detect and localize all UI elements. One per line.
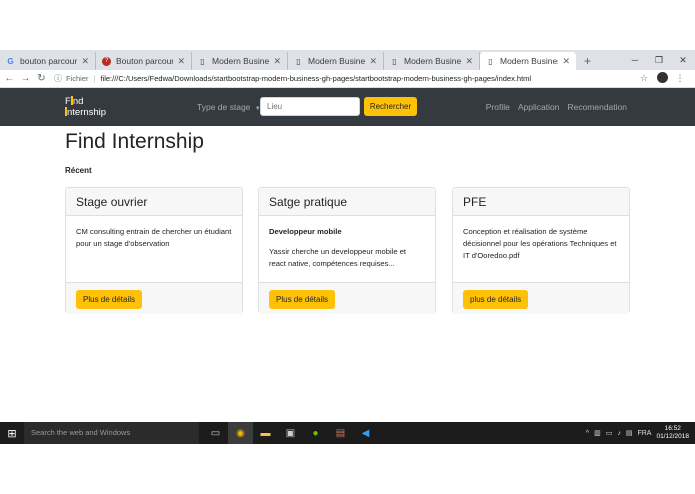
card-title: Stage ouvrier [66,188,242,216]
bookmark-star-icon[interactable]: ☆ [635,73,653,84]
browser-tab[interactable]: ▯ Modern Business ✕ [288,52,384,70]
page-icon: ▯ [392,56,397,66]
network-icon[interactable]: ▥ [594,429,601,437]
nav-link-application[interactable]: Application [518,102,560,112]
chrome-icon[interactable]: ◉ [228,422,253,444]
info-icon[interactable]: ⓘ [54,73,62,84]
screen-top-margin [0,0,695,50]
internship-card: Stage ouvrier CM consulting entrain de c… [65,187,243,314]
close-icon[interactable]: ✕ [81,56,89,67]
internship-card: PFE Conception et réalisation de système… [452,187,630,314]
close-icon[interactable]: ✕ [465,56,473,67]
volume-icon[interactable]: ♪ [617,430,621,437]
nav-link-recommendation[interactable]: Recomendation [567,102,627,112]
menu-kebab-icon[interactable]: ⋮ [671,73,689,84]
internship-card: Satge pratique Developpeur mobile Yassir… [258,187,436,314]
screen-bottom-margin [0,444,695,494]
url-text: file:///C:/Users/Fedwa/Downloads/startbo… [100,74,532,83]
details-button[interactable]: plus de détails [463,290,529,309]
card-footer: Plus de détails [259,282,435,314]
language-indicator[interactable]: FRA [637,430,651,437]
close-icon[interactable]: ✕ [562,56,570,67]
back-icon[interactable]: ← [3,73,16,84]
card-body: CM consulting entrain de chercher un étu… [66,216,242,282]
forward-icon[interactable]: → [19,73,32,84]
internship-type-dropdown[interactable]: Type de stage ▼ [197,102,261,112]
url-field[interactable]: ⓘ Fichier | file:///C:/Users/Fedwa/Downl… [54,72,635,86]
url-separator: | [93,74,96,83]
clock-time: 16:52 [664,425,681,432]
clock-date: 01/12/2018 [656,433,689,440]
card-title: PFE [453,188,629,216]
card-subtitle: Developpeur mobile [269,227,342,236]
dropdown-label: Type de stage [197,102,251,112]
profile-icon[interactable] [653,72,671,85]
card-body: Conception et réalisation de système déc… [453,216,629,282]
browser-tab[interactable]: ? Bouton parcouri ✕ [96,52,192,70]
chevron-up-icon[interactable]: ^ [586,430,589,437]
browser-tab-strip: G bouton parcouri ✕ ? Bouton parcouri ✕ … [0,50,695,70]
task-view-icon[interactable]: ▭ [203,422,228,444]
details-button[interactable]: Plus de détails [269,290,336,309]
nav-links: Profile Application Recomendation [486,102,627,112]
tab-title: Modern Business [308,56,366,66]
location-input[interactable] [260,97,360,116]
reload-icon[interactable]: ↻ [35,73,48,84]
tab-title: bouton parcouri [20,56,78,66]
battery-icon[interactable]: ▭ [606,429,613,437]
details-button[interactable]: Plus de détails [76,290,143,309]
taskbar-pinned-apps: ▭ ◉ ▬ ▣ ● ▤ ◀ [203,422,378,444]
clock[interactable]: 16:52 01/12/2018 [656,425,689,441]
browser-tab[interactable]: ▯ Modern Business ✕ [192,52,288,70]
close-icon[interactable]: ✕ [177,56,185,67]
windows-start-icon[interactable]: ⊞ [0,427,24,440]
address-bar: ← → ↻ ⓘ Fichier | file:///C:/Users/Fedwa… [0,70,695,88]
section-label: Récent [65,166,92,175]
system-tray: ^ ▥ ▭ ♪ ▤ FRA 16:52 01/12/2018 [586,422,689,444]
page-icon: ▯ [488,56,493,66]
search-button[interactable]: Rechercher [364,97,417,116]
maximize-icon[interactable]: ❐ [647,55,671,66]
site-navbar: Fnd nternship Type de stage ▼ Rechercher… [0,88,695,126]
close-icon[interactable]: ✕ [369,56,377,67]
page-icon: ▯ [296,56,301,66]
browser-tab-active[interactable]: ▯ Modern Business ✕ [480,52,576,70]
card-text: CM consulting entrain de chercher un étu… [76,227,232,248]
card-footer: Plus de détails [66,282,242,314]
store-icon[interactable]: ▣ [278,422,303,444]
windows-taskbar: ⊞ Search the web and Windows ▭ ◉ ▬ ▣ ● ▤… [0,422,695,444]
scheme-label: Fichier [66,74,89,83]
close-window-icon[interactable]: ✕ [671,55,695,66]
taskbar-search-box[interactable]: Search the web and Windows [24,422,199,444]
close-icon[interactable]: ✕ [273,56,281,67]
brand-logo[interactable]: Fnd nternship [65,96,106,118]
brand-text: nd [72,96,84,107]
media-app-icon[interactable]: ▤ [328,422,353,444]
page-icon: ▯ [200,56,205,66]
notification-icon[interactable]: ▤ [626,429,633,437]
card-text: Conception et réalisation de système déc… [463,227,617,260]
page-title: Find Internship [65,130,204,153]
new-tab-button[interactable]: + [584,54,591,68]
tab-title: Modern Business [500,56,558,66]
quora-icon: ? [102,56,111,66]
window-controls: ─ ❐ ✕ [623,50,695,70]
minimize-icon[interactable]: ─ [623,55,647,65]
card-body: Developpeur mobile Yassir cherche un dev… [259,216,435,282]
google-icon: G [7,56,14,66]
nav-link-profile[interactable]: Profile [486,102,510,112]
browser-tab[interactable]: G bouton parcouri ✕ [0,52,96,70]
card-title: Satge pratique [259,188,435,216]
vscode-icon[interactable]: ◀ [353,422,378,444]
card-footer: plus de détails [453,282,629,314]
tab-title: Modern Business [404,56,462,66]
address-actions: ☆ ⋮ [635,72,689,85]
file-explorer-icon[interactable]: ▬ [253,422,278,444]
xbox-icon[interactable]: ● [303,422,328,444]
card-text: Yassir cherche un developpeur mobile et … [269,247,407,268]
tab-title: Modern Business [212,56,270,66]
browser-tab[interactable]: ▯ Modern Business ✕ [384,52,480,70]
tab-title: Bouton parcouri [116,56,174,66]
brand-text: nternship [67,107,107,118]
